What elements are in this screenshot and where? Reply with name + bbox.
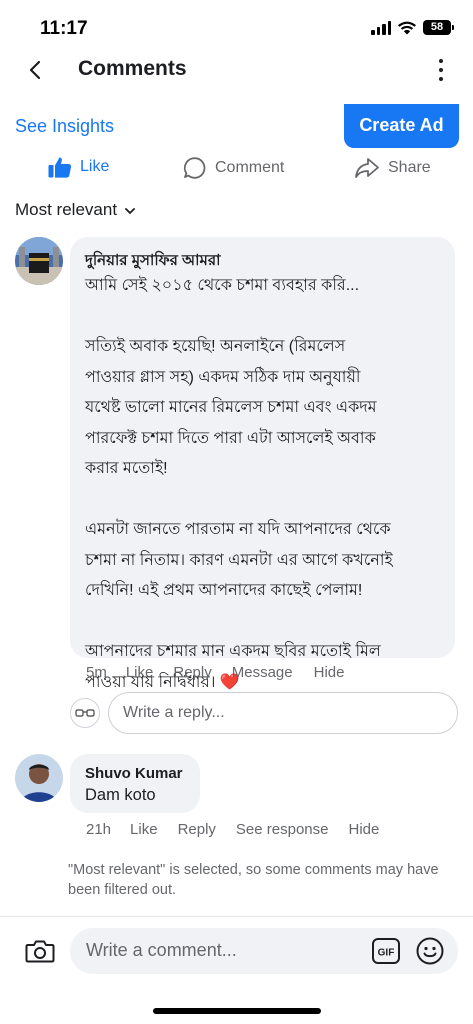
comment-text: Dam koto — [85, 786, 156, 804]
home-indicator — [153, 1008, 321, 1014]
comment-like-button[interactable]: Like — [130, 821, 158, 838]
filter-label: Most relevant — [15, 200, 118, 219]
comment-text: আমি সেই ২০১৫ থেকে চশমা ব্যবহার করি... সত… — [85, 277, 393, 691]
comment-like-button[interactable]: Like — [126, 664, 154, 681]
share-button[interactable]: Share — [354, 156, 431, 180]
status-time: 11:17 — [40, 18, 88, 39]
avatar[interactable] — [15, 237, 63, 285]
comment-icon — [183, 157, 206, 179]
see-insights-link[interactable]: See Insights — [15, 116, 114, 137]
comment-composer[interactable]: Write a comment... GIF — [70, 928, 458, 974]
status-icons: 58 — [371, 20, 454, 35]
comment-time: 21h — [86, 821, 112, 838]
comment-bubble: দুনিয়ার মুসাফির আমরা আমি সেই ২০১৫ থেকে … — [70, 237, 455, 691]
comment-filter-dropdown[interactable]: Most relevant — [15, 200, 135, 220]
emoji-icon[interactable] — [416, 937, 444, 965]
wifi-icon — [398, 21, 416, 35]
comment-author[interactable]: Shuvo Kumar — [85, 765, 183, 782]
comment-hide-button[interactable]: Hide — [349, 821, 380, 838]
avatar-image-person — [15, 754, 63, 802]
cellular-signal-icon — [371, 20, 391, 35]
comment-button[interactable]: Comment — [183, 156, 284, 180]
avatar-image-kaaba — [15, 237, 63, 285]
create-ad-button[interactable]: Create Ad — [344, 104, 459, 148]
like-label: Like — [80, 158, 110, 175]
chevron-down-icon — [125, 207, 135, 214]
header: Comments — [0, 48, 473, 92]
gif-icon[interactable]: GIF — [372, 938, 400, 964]
reply-row: Write a reply... — [70, 692, 460, 736]
filter-note: "Most relevant" is selected, so some com… — [68, 862, 439, 898]
create-ad-label: Create Ad — [359, 115, 444, 135]
comment-meta: 5m Like Reply Message Hide — [86, 664, 344, 681]
camera-icon[interactable] — [24, 935, 56, 967]
comment-label: Comment — [215, 159, 285, 176]
comment-input[interactable]: Write a comment... — [86, 940, 237, 961]
battery-indicator: 58 — [423, 20, 454, 35]
svg-text:GIF: GIF — [378, 948, 395, 959]
comment-bubble: Shuvo Kumar Dam koto — [70, 754, 200, 813]
share-label: Share — [388, 159, 431, 176]
glasses-icon — [75, 709, 95, 717]
like-thumb-icon — [48, 157, 72, 178]
share-icon — [355, 158, 379, 178]
comment-reply-button[interactable]: Reply — [178, 821, 216, 838]
comment-time: 5m — [86, 664, 107, 681]
see-response-button[interactable]: See response — [236, 821, 329, 838]
avatar[interactable] — [15, 754, 63, 802]
comment-hide-button[interactable]: Hide — [314, 664, 345, 681]
divider — [0, 916, 473, 917]
back-icon[interactable] — [24, 58, 48, 82]
post-actions: Like Comment Share — [0, 152, 473, 188]
comment-message-button[interactable]: Message — [232, 664, 293, 681]
reply-input[interactable]: Write a reply... — [108, 692, 458, 734]
comment-reply-button[interactable]: Reply — [173, 664, 211, 681]
more-icon[interactable] — [437, 59, 445, 81]
page-title: Comments — [78, 57, 187, 80]
comment-meta: 21h Like Reply See response Hide — [86, 821, 379, 838]
like-button[interactable]: Like — [48, 156, 109, 178]
page-avatar — [70, 698, 100, 728]
